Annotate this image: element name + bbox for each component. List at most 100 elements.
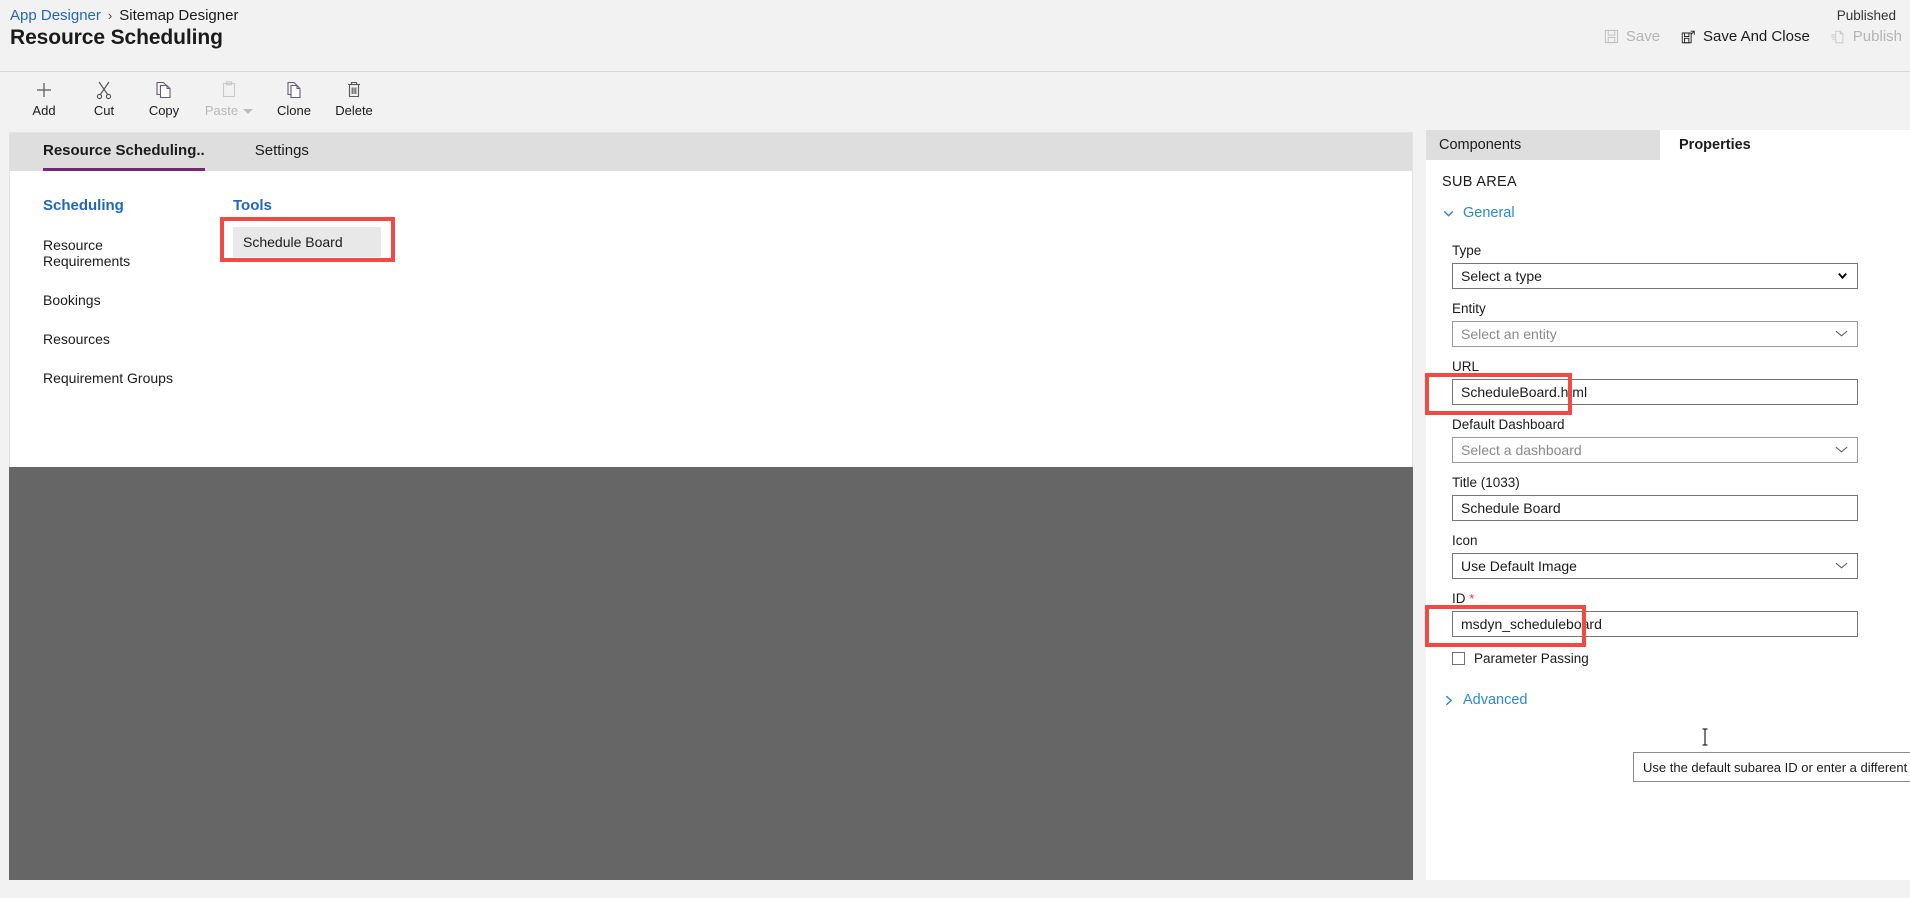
parameter-passing-row[interactable]: Parameter Passing [1452,651,1910,666]
canvas-empty-area [9,467,1413,880]
group-column-scheduling[interactable]: Scheduling Resource Requirements Booking… [43,197,193,386]
group-header-scheduling[interactable]: Scheduling [43,197,193,214]
toolbar-paste-button[interactable]: Paste [194,79,264,118]
field-entity-label: Entity [1452,301,1486,316]
toolbar-add-label: Add [32,103,56,118]
canvas-columns: Scheduling Resource Requirements Booking… [10,171,1412,386]
canvas-tabstrip: Resource Scheduling.. Settings [10,133,1412,171]
publish-button-label: Publish [1852,28,1902,45]
chevron-right-icon [1442,694,1455,707]
field-icon: Icon Use Default Image [1452,533,1910,579]
toolbar-copy-button[interactable]: Copy [134,79,194,118]
save-and-close-icon [1680,29,1696,45]
type-select-value: Select a type [1461,268,1542,284]
scissors-icon [95,79,113,101]
field-url: URL ScheduleBoard.html [1425,359,1910,415]
group-column-tools[interactable]: Tools Schedule Board [220,197,395,386]
panel-section-title: SUB AREA [1442,174,1517,190]
save-and-close-button[interactable]: Save And Close [1680,28,1810,45]
group-header-tools[interactable]: Tools [233,197,381,214]
publish-icon [1830,29,1846,45]
toolbar-cut-label: Cut [93,103,115,118]
toolbar-copy-label: Copy [148,103,180,118]
breadcrumb: App Designer › Sitemap Designer [10,7,238,24]
clone-icon [284,79,304,101]
subarea-bookings[interactable]: Bookings [43,292,193,308]
id-input-value: msdyn_scheduleboard [1461,616,1602,632]
breadcrumb-separator-icon: › [107,8,113,23]
toolbar-cut-button[interactable]: Cut [74,79,134,118]
tab-properties[interactable]: Properties [1660,130,1910,160]
field-url-label: URL [1452,359,1480,374]
general-fields: Type Select a type Entity Select an enti… [1425,221,1910,708]
sitemap-canvas: Resource Scheduling.. Settings Schedulin… [9,132,1413,467]
field-type: Type Select a type [1452,243,1910,289]
general-section-label: General [1463,205,1515,221]
default-dashboard-dropdown[interactable]: Select a dashboard [1452,437,1858,463]
subarea-resources[interactable]: Resources [43,331,193,347]
clipboard-icon [220,79,238,101]
app-header: App Designer › Sitemap Designer Resource… [0,0,1910,71]
parameter-passing-checkbox[interactable] [1452,652,1465,665]
tab-resource-scheduling[interactable]: Resource Scheduling.. [43,131,205,171]
header-actions: Save Save And Close Publish [1604,28,1902,45]
toolbar-clone-button[interactable]: Clone [264,79,324,118]
default-dashboard-value: Select a dashboard [1461,442,1582,458]
icon-dropdown-value: Use Default Image [1461,558,1577,574]
general-section-toggle[interactable]: General [1426,190,1910,221]
toolbar-add-button[interactable]: Add [14,79,74,118]
field-id-label: ID * [1452,591,1910,606]
page-title: Resource Scheduling [10,26,223,49]
subarea-resource-requirements[interactable]: Resource Requirements [43,237,193,269]
entity-dropdown-value: Select an entity [1461,326,1557,342]
toolbar-clone-label: Clone [277,103,311,118]
plus-icon [34,79,54,101]
subarea-schedule-board[interactable]: Schedule Board [233,227,381,257]
url-input-value: ScheduleBoard.html [1461,384,1588,400]
parameter-passing-label: Parameter Passing [1474,651,1589,666]
advanced-section-label: Advanced [1463,692,1528,708]
toolbar-delete-button[interactable]: Delete [324,79,384,118]
title-input[interactable]: Schedule Board [1452,495,1858,521]
field-default-dashboard: Default Dashboard Select a dashboard [1452,417,1910,463]
publish-button[interactable]: Publish [1830,28,1902,45]
text-cursor-icon [1700,727,1710,747]
chevron-down-icon [1837,268,1848,284]
field-entity: Entity Select an entity [1452,301,1910,347]
breadcrumb-item-sitemap-designer[interactable]: Sitemap Designer [119,7,238,24]
chevron-down-icon[interactable] [243,108,254,114]
type-select[interactable]: Select a type [1452,263,1858,289]
field-id-label-text: ID [1452,591,1466,606]
entity-dropdown[interactable]: Select an entity [1452,321,1858,347]
subarea-requirement-groups[interactable]: Requirement Groups [43,370,193,386]
breadcrumb-item-app-designer[interactable]: App Designer [10,7,101,24]
title-input-value: Schedule Board [1461,500,1561,516]
published-status: Published [1836,8,1896,23]
icon-dropdown[interactable]: Use Default Image [1452,553,1858,579]
tab-settings[interactable]: Settings [255,131,309,171]
required-marker: * [1469,591,1475,606]
toolbar-delete-label: Delete [335,103,373,118]
copy-icon [154,79,174,101]
field-icon-label: Icon [1452,533,1478,548]
chevron-down-icon [1834,558,1849,574]
toolbar-paste-label: Paste [204,103,239,118]
field-default-dashboard-label: Default Dashboard [1452,417,1565,432]
command-toolbar: Add Cut Copy Paste Clone Delete [0,71,1910,133]
chevron-down-icon [1834,326,1849,342]
chevron-down-icon [1442,207,1455,220]
chevron-down-icon [1834,442,1849,458]
id-input[interactable]: msdyn_scheduleboard [1452,611,1858,637]
save-icon [1604,29,1619,44]
panel-tabstrip: Components Properties [1426,130,1910,160]
trash-icon [345,79,363,101]
tab-components[interactable]: Components [1426,130,1660,160]
advanced-section-toggle[interactable]: Advanced [1442,692,1910,708]
save-button[interactable]: Save [1604,28,1660,45]
field-title: Title (1033) Schedule Board [1452,475,1910,521]
field-title-label: Title (1033) [1452,475,1520,490]
save-button-label: Save [1625,28,1661,45]
field-type-label: Type [1452,243,1482,258]
save-and-close-label: Save And Close [1703,28,1810,45]
url-input[interactable]: ScheduleBoard.html [1452,379,1858,405]
